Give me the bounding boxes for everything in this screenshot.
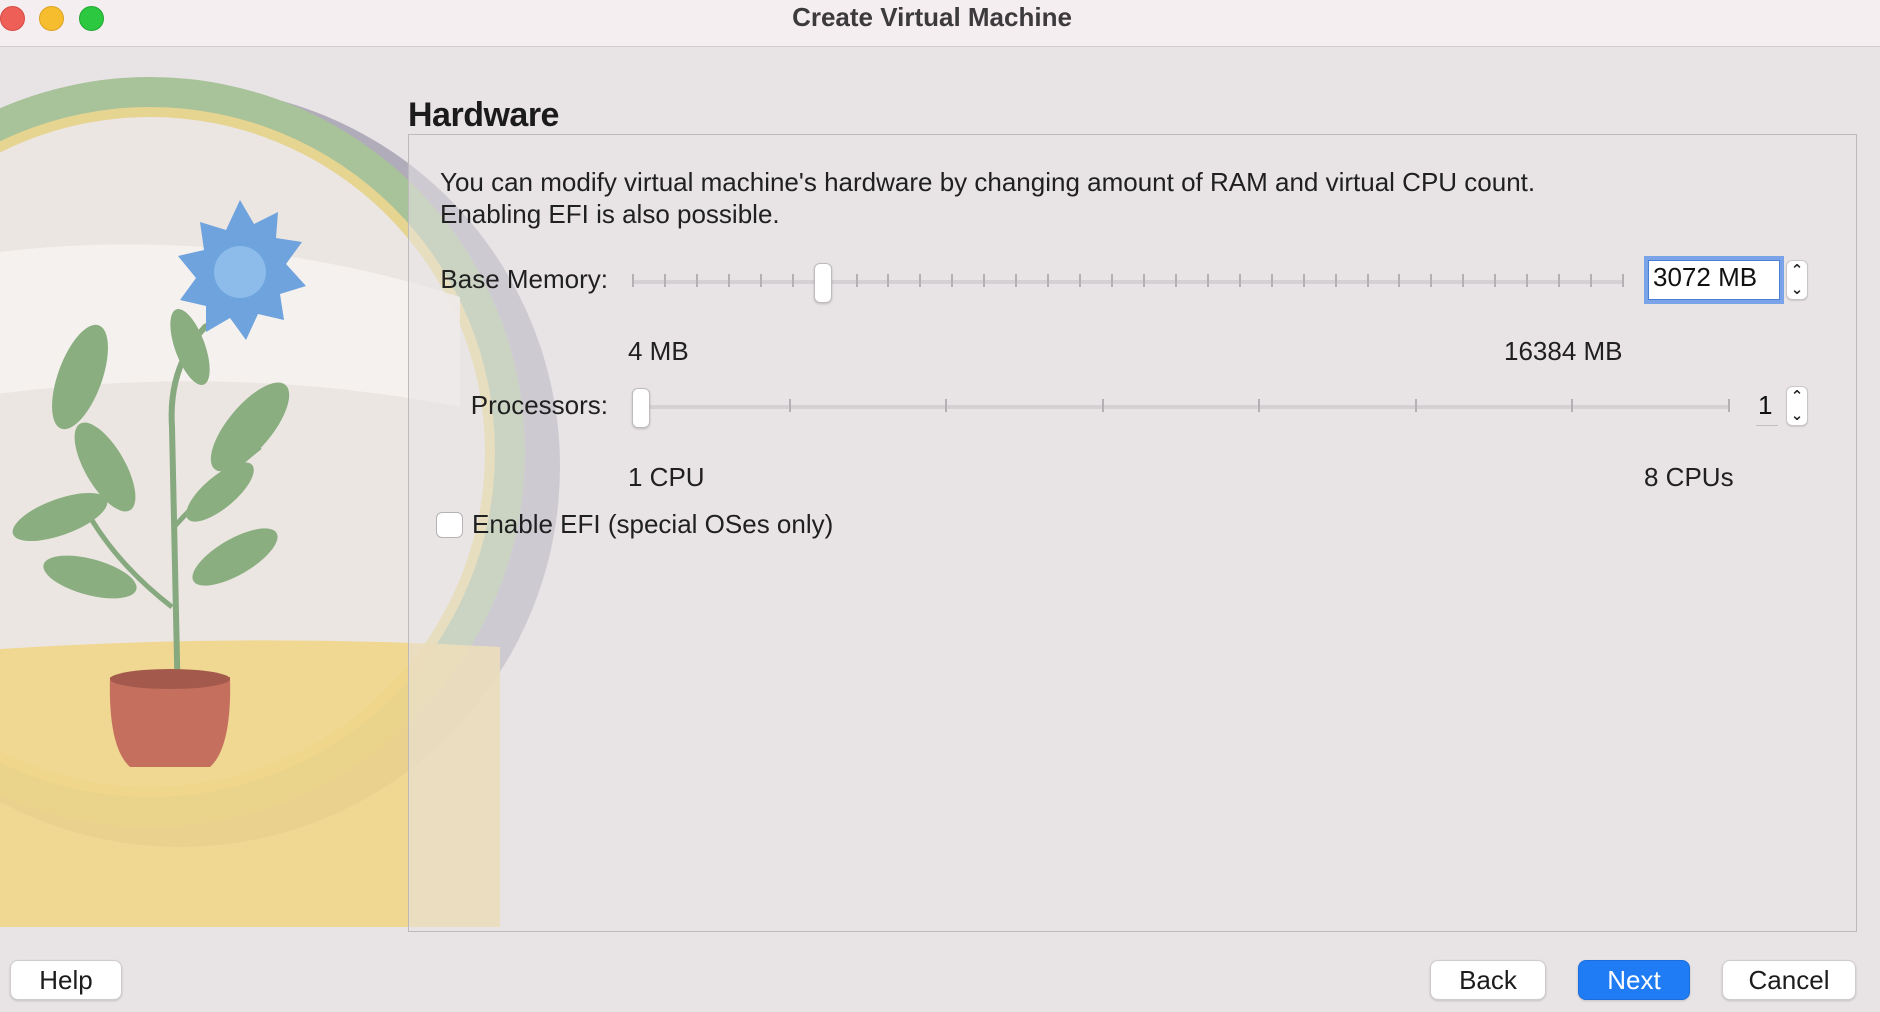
description-line-2: Enabling EFI is also possible. [440, 199, 780, 229]
page-title: Hardware [408, 96, 559, 134]
processors-slider-tick [945, 399, 947, 412]
processors-slider-tick [1415, 399, 1417, 412]
base-memory-slider-tick [632, 274, 634, 287]
base-memory-slider-tick [728, 274, 730, 287]
base-memory-slider-tick [1143, 274, 1145, 287]
processors-slider-track [632, 405, 1730, 409]
description: You can modify virtual machine's hardwar… [440, 166, 1740, 230]
enable-efi-checkbox[interactable] [436, 512, 463, 538]
help-button[interactable]: Help [10, 960, 122, 1000]
chevron-up-icon[interactable]: ⌃ [1787, 261, 1807, 280]
chevron-up-icon[interactable]: ⌃ [1787, 387, 1807, 406]
base-memory-slider-tick [1111, 274, 1113, 287]
base-memory-slider-tick [1494, 274, 1496, 287]
base-memory-label: Base Memory: [440, 264, 608, 294]
base-memory-slider-tick [1367, 274, 1369, 287]
cancel-button[interactable]: Cancel [1722, 960, 1856, 1000]
base-memory-slider-track [632, 280, 1624, 284]
base-memory-slider-tick [919, 274, 921, 287]
processors-slider-tick [1571, 399, 1573, 412]
base-memory-slider-tick [664, 274, 666, 287]
base-memory-slider-tick [1430, 274, 1432, 287]
processors-slider-tick [789, 399, 791, 412]
base-memory-slider-tick [1462, 274, 1464, 287]
processors-slider-tick [1102, 399, 1104, 412]
base-memory-slider-tick [856, 274, 858, 287]
base-memory-slider-tick [1303, 274, 1305, 287]
base-memory-slider-tick [696, 274, 698, 287]
base-memory-slider-tick [983, 274, 985, 287]
processors-stepper[interactable]: ⌃ ⌄ [1786, 386, 1808, 426]
base-memory-slider-tick [1558, 274, 1560, 287]
base-memory-slider[interactable] [632, 262, 1624, 303]
base-memory-slider-tick [1079, 274, 1081, 287]
processors-slider-tick [1728, 399, 1730, 412]
base-memory-slider-tick [951, 274, 953, 287]
base-memory-input[interactable]: 3072 MB [1644, 256, 1784, 304]
base-memory-slider-tick [1239, 274, 1241, 287]
processors-max-label: 8 CPUs [1644, 462, 1734, 492]
processors-input[interactable]: 1 [1756, 386, 1778, 426]
description-line-1: You can modify virtual machine's hardwar… [440, 167, 1536, 197]
base-memory-slider-tick [1398, 274, 1400, 287]
base-memory-slider-tick [1622, 274, 1624, 287]
next-button[interactable]: Next [1578, 960, 1690, 1000]
base-memory-slider-tick [1271, 274, 1273, 287]
base-memory-slider-tick [1207, 274, 1209, 287]
back-button[interactable]: Back [1430, 960, 1546, 1000]
base-memory-slider-tick [1526, 274, 1528, 287]
base-memory-slider-tick [1015, 274, 1017, 287]
chevron-down-icon[interactable]: ⌄ [1787, 406, 1807, 425]
base-memory-stepper[interactable]: ⌃ ⌄ [1786, 260, 1808, 300]
base-memory-slider-tick [1335, 274, 1337, 287]
base-memory-slider-tick [1175, 274, 1177, 287]
processors-label: Processors: [470, 390, 608, 420]
processors-min-label: 1 CPU [628, 462, 705, 492]
title-bar: Create Virtual Machine [0, 0, 1880, 47]
base-memory-slider-tick [1047, 274, 1049, 287]
processors-slider[interactable] [632, 387, 1730, 428]
processors-slider-knob[interactable] [632, 388, 650, 428]
enable-efi-label[interactable]: Enable EFI (special OSes only) [472, 509, 833, 540]
chevron-down-icon[interactable]: ⌄ [1787, 280, 1807, 299]
base-memory-slider-tick [792, 274, 794, 287]
base-memory-max-label: 16384 MB [1504, 336, 1623, 366]
base-memory-slider-knob[interactable] [814, 263, 832, 303]
base-memory-slider-tick [1590, 274, 1592, 287]
processors-slider-tick [1258, 399, 1260, 412]
base-memory-slider-tick [887, 274, 889, 287]
window-title: Create Virtual Machine [792, 2, 1072, 32]
base-memory-min-label: 4 MB [628, 336, 689, 366]
base-memory-slider-tick [760, 274, 762, 287]
